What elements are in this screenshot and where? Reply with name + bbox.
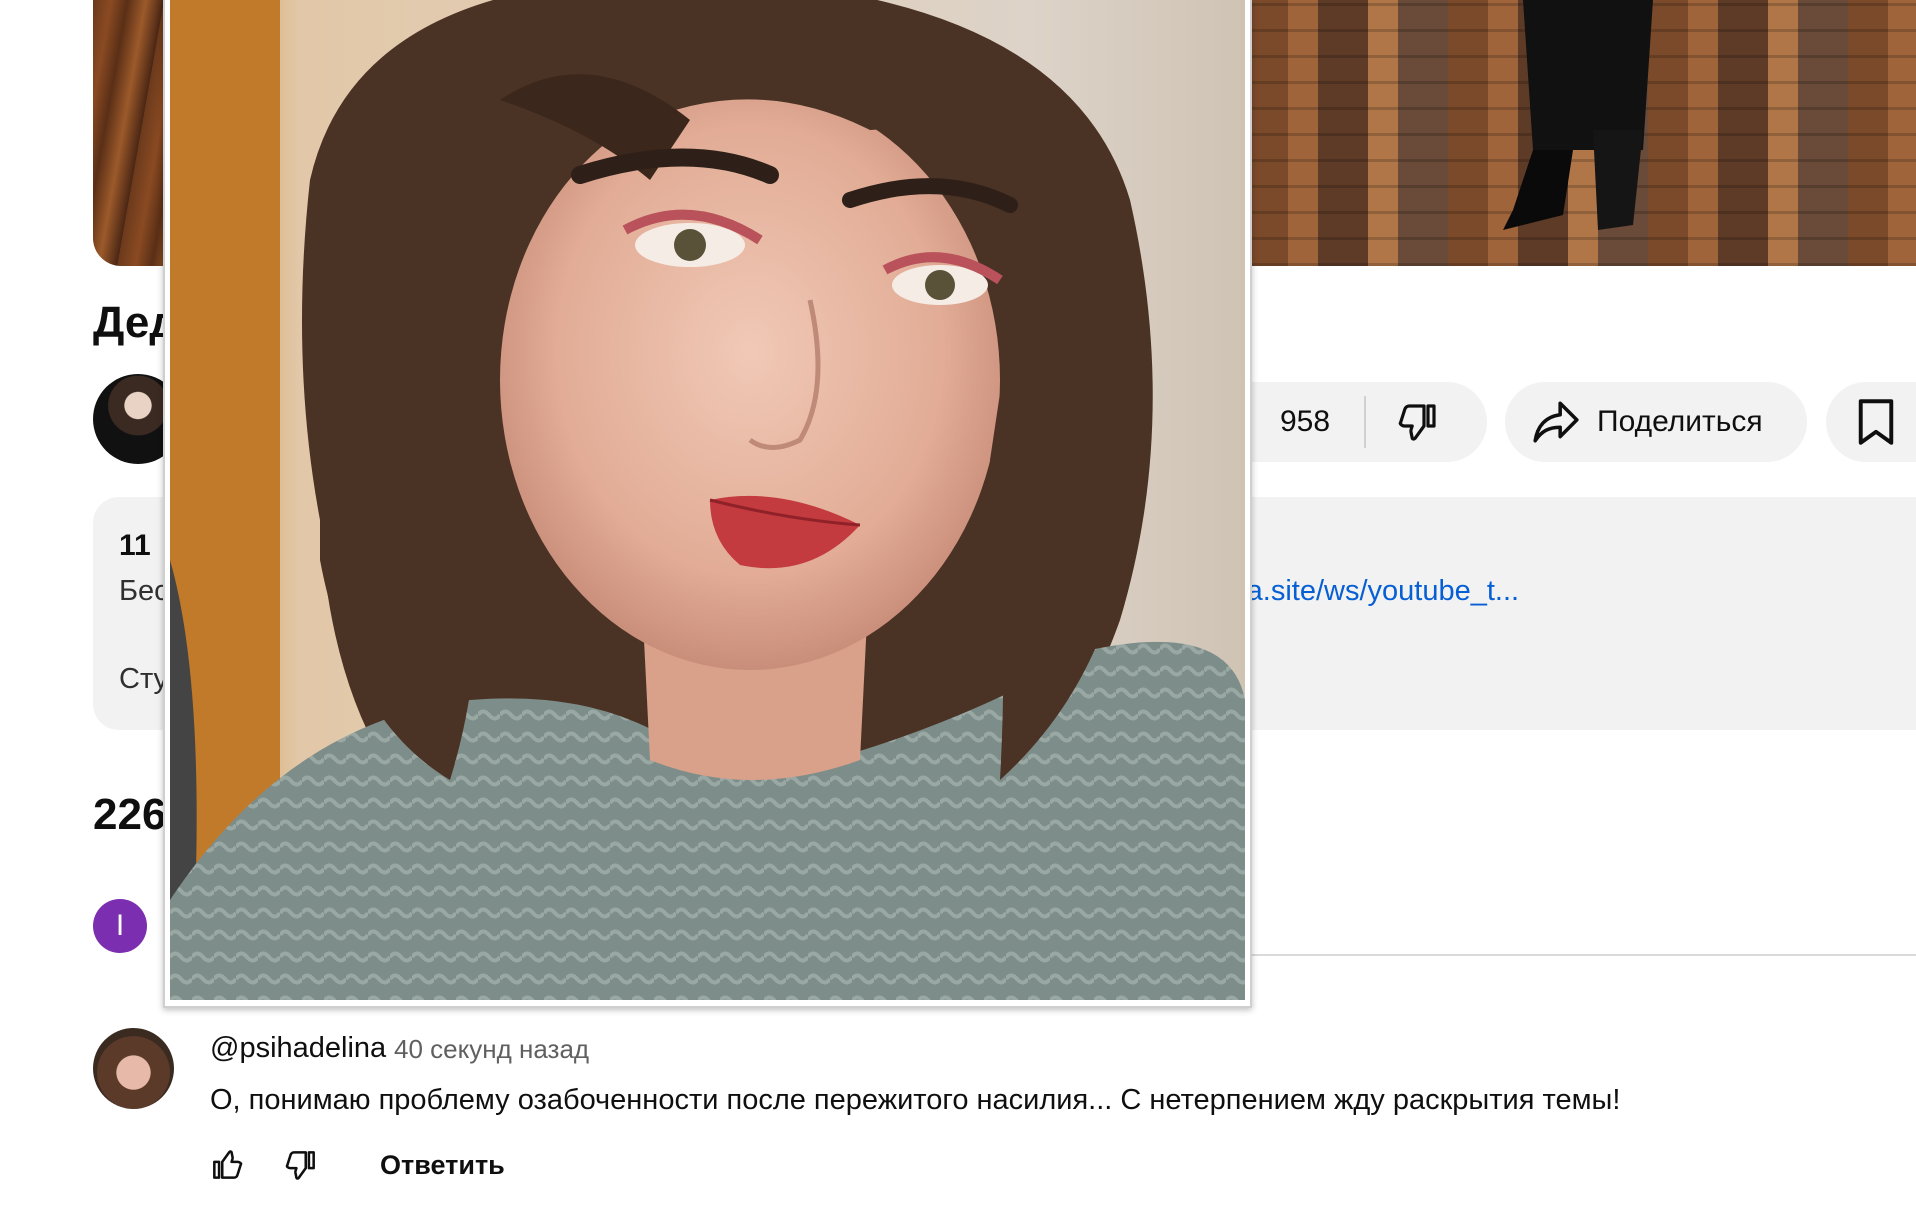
like-count[interactable]: 958	[1280, 405, 1330, 439]
comment-author-avatar[interactable]	[93, 1028, 174, 1109]
thumbnail-figure	[1503, 0, 1653, 230]
comment-text: О, понимаю проблему озабоченности после …	[210, 1084, 1621, 1116]
dislike-button[interactable]	[1394, 398, 1442, 446]
comment-author-handle[interactable]: @psihadelina	[210, 1032, 386, 1065]
share-button[interactable]: Поделиться	[1505, 382, 1807, 462]
comments-count: 226	[93, 790, 167, 839]
thumb-up-icon	[213, 1150, 243, 1179]
share-label: Поделиться	[1597, 405, 1763, 438]
comment-timestamp[interactable]: 40 секунд назад	[394, 1034, 589, 1065]
add-comment-input[interactable]	[1248, 954, 1916, 956]
save-button[interactable]	[1826, 382, 1916, 462]
comment-reply-button[interactable]: Ответить	[380, 1150, 505, 1181]
divider	[1364, 396, 1367, 448]
thumb-down-icon	[1398, 404, 1436, 441]
description-line: Сту	[119, 663, 169, 695]
comment-like-button[interactable]	[208, 1146, 246, 1189]
thumb-down-icon	[285, 1151, 315, 1180]
share-icon	[1531, 399, 1581, 445]
current-user-avatar[interactable]: I	[93, 899, 147, 953]
profile-photo	[170, 0, 1245, 1000]
description-stats: 11	[119, 529, 151, 562]
avatar-preview-popup	[163, 0, 1252, 1008]
description-line: Бес	[119, 575, 169, 607]
comment-dislike-button[interactable]	[282, 1146, 320, 1189]
description-link[interactable]: eya.site/ws/youtube_t...	[1216, 575, 1519, 608]
save-icon	[1854, 398, 1898, 446]
